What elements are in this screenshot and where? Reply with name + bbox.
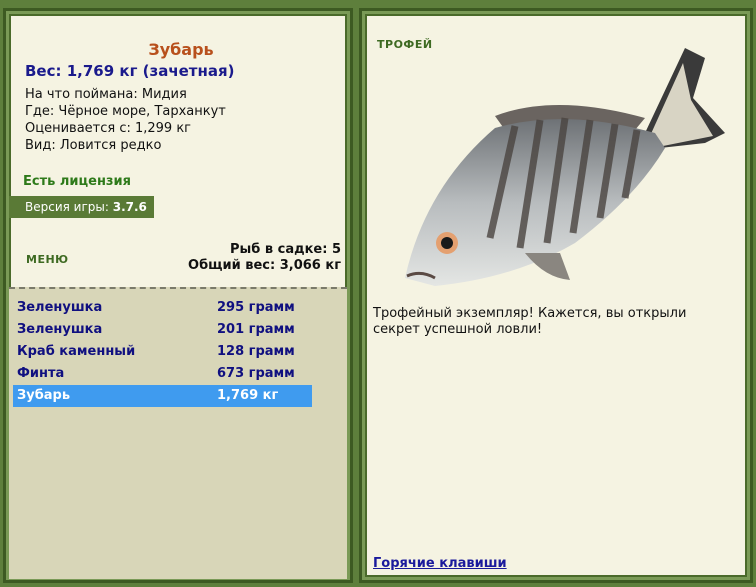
fish-details: На что поймана: Мидия Где: Чёрное море, … <box>25 86 226 154</box>
catch-name: Зубарь <box>17 388 71 403</box>
fish-bait: На что поймана: Мидия <box>25 87 187 102</box>
list-item-selected[interactable]: Зубарь 1,769 кг <box>13 385 312 407</box>
version-value: 3.7.6 <box>112 200 147 214</box>
cage-total-weight: Общий вес: 3,066 кг <box>188 258 341 273</box>
fish-name: Зубарь <box>148 40 214 59</box>
fish-weight: Вес: 1,769 кг (зачетная) <box>25 62 235 80</box>
license-status: Есть лицензия <box>23 174 131 189</box>
list-item[interactable]: Зеленушка 295 грамм <box>13 297 312 319</box>
catch-weight: 201 грамм <box>217 322 295 337</box>
fish-image <box>405 48 725 286</box>
cage-count: Рыб в садке: 5 <box>229 242 341 257</box>
fish-species: Вид: Ловится редко <box>25 138 162 153</box>
fish-info-panel: Зубарь Вес: 1,769 кг (зачетная) На что п… <box>6 11 350 580</box>
list-item[interactable]: Финта 673 грамм <box>13 363 312 385</box>
catch-name: Зеленушка <box>17 300 103 315</box>
list-item[interactable]: Краб каменный 128 грамм <box>13 341 312 363</box>
fish-location: Где: Чёрное море, Тарханкут <box>25 104 226 119</box>
catch-weight: 295 грамм <box>217 300 295 315</box>
version-label: Версия игры: <box>25 200 109 214</box>
fish-valued: Оценивается с: 1,299 кг <box>25 121 192 136</box>
catch-name: Краб каменный <box>17 344 136 359</box>
catch-list: Зеленушка 295 грамм Зеленушка 201 грамм … <box>9 287 347 579</box>
catch-weight: 128 грамм <box>217 344 295 359</box>
catch-name: Зеленушка <box>17 322 103 337</box>
trophy-panel: ТРОФЕЙ Трофейный экземпляр! Кажется, вы … <box>362 11 750 580</box>
catch-weight: 1,769 кг <box>217 388 279 403</box>
game-version: Версия игры: 3.7.6 <box>9 196 154 218</box>
cage-summary: Рыб в садке: 5 Общий вес: 3,066 кг <box>188 242 341 274</box>
catch-name: Финта <box>17 366 65 381</box>
trophy-description: Трофейный экземпляр! Кажется, вы открыли… <box>373 306 687 337</box>
list-item[interactable]: Зеленушка 201 грамм <box>13 319 312 341</box>
hotkeys-link[interactable]: Горячие клавиши <box>373 556 507 571</box>
catch-weight: 673 грамм <box>217 366 295 381</box>
menu-button[interactable]: МЕНЮ <box>26 253 69 266</box>
